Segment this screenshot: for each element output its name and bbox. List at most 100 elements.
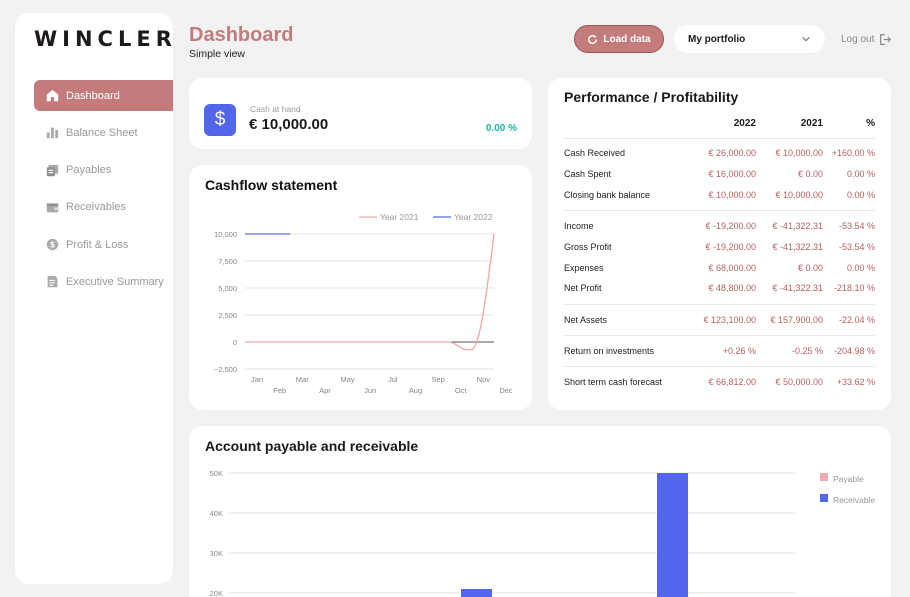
performance-card: Performance / Profitability 2022 2021 % …: [548, 78, 891, 410]
perf-value-pct: -204.98 %: [833, 346, 875, 356]
sidebar-item-balance-sheet[interactable]: Balance Sheet: [34, 117, 173, 148]
y-tick-label: 30K: [210, 549, 223, 558]
perf-row-label: Expenses: [564, 263, 604, 273]
legend-swatch-payable: [820, 473, 828, 481]
perf-value-pct: 0.00 %: [846, 190, 875, 200]
receivable-bar: [461, 589, 492, 597]
dollar-icon: $: [204, 104, 236, 136]
page-title: Dashboard: [189, 24, 294, 46]
perf-row-label: Net Profit: [564, 283, 602, 293]
cashflow-chart: Year 2021 Year 2022 10,000 7,500 5,000 2,50…: [214, 212, 513, 395]
perf-divider: [564, 304, 875, 305]
legend-label-receivable: Receivable: [833, 495, 875, 505]
perf-value-pct: 0.00 %: [846, 169, 875, 179]
perf-row-label: Short term cash forecast: [564, 377, 663, 387]
chevron-down-icon: [802, 36, 810, 42]
sidebar-item-dashboard[interactable]: Dashboard: [34, 80, 173, 111]
y-tick-label: 10,000: [214, 230, 237, 239]
perf-row-label: Gross Profit: [564, 242, 612, 252]
perf-row-label: Cash Spent: [564, 169, 612, 179]
perf-column-pct: %: [866, 118, 875, 129]
refresh-icon: [588, 34, 598, 44]
x-tick-label: Mar: [296, 375, 309, 384]
cashflow-card: Cashflow statement Year 2021 Year 2022 1…: [189, 165, 532, 410]
perf-value-2021: € -41,322.31: [772, 283, 823, 293]
x-tick-label: Jun: [364, 386, 376, 395]
y-tick-label: 40K: [210, 509, 223, 518]
cash-at-hand-label: Cash at hand: [250, 104, 301, 114]
y-tick-label: 50K: [210, 469, 223, 478]
series-line-2021: [245, 233, 495, 351]
perf-value-2022: € 66,812.00: [708, 377, 756, 387]
perf-row-label: Income: [564, 221, 594, 231]
page-subtitle: Simple view: [189, 48, 246, 60]
x-tick-label: Jan: [251, 375, 263, 384]
document-icon: [46, 275, 59, 288]
y-tick-label: 7,500: [218, 257, 237, 266]
x-tick-label: Apr: [319, 386, 331, 395]
y-tick-label: 2,500: [218, 311, 237, 320]
sidebar: WINCLER Dashboard Balance Sheet Payables…: [15, 13, 173, 584]
x-tick-label: Oct: [455, 386, 468, 395]
payable-receivable-card: Account payable and receivable 50K 40K 30K…: [189, 426, 891, 597]
app-logo[interactable]: WINCLER: [34, 27, 177, 51]
receivable-bar: [657, 473, 688, 597]
y-tick-label: 20K: [210, 589, 223, 597]
perf-value-pct: -218.10 %: [833, 283, 875, 293]
sidebar-item-label: Profit & Loss: [66, 238, 129, 251]
wallet-icon: [46, 201, 59, 214]
portfolio-select-value: My portfolio: [688, 33, 746, 45]
perf-value-2022: € 16,000.00: [708, 169, 756, 179]
perf-value-pct: 0.00 %: [846, 263, 875, 273]
sidebar-item-label: Receivables: [66, 201, 126, 214]
legend-swatch-receivable: [820, 494, 828, 502]
logout-icon: [880, 34, 892, 45]
legend-label-2021: Year 2021: [380, 212, 419, 222]
payable-receivable-chart: 50K 40K 30K 20K Payable Receivable: [210, 469, 875, 597]
x-tick-label: Dec: [499, 386, 513, 395]
legend-label-payable: Payable: [833, 474, 864, 484]
perf-value-2022: € 123,100.00: [703, 315, 756, 325]
perf-value-pct: -53.54 %: [838, 221, 875, 231]
perf-column-2022: 2022: [733, 118, 756, 129]
cash-at-hand-value: € 10,000.00: [249, 116, 329, 133]
perf-row-label: Cash Received: [564, 148, 626, 158]
perf-divider: [564, 210, 875, 211]
y-tick-label: 0: [233, 338, 237, 347]
perf-value-2022: +0.26 %: [722, 346, 756, 356]
perf-value-pct: -53.54 %: [838, 242, 875, 252]
perf-value-2021: € 10,000.00: [775, 148, 823, 158]
dollar-coin-icon: $: [46, 238, 59, 251]
perf-value-2022: € 10,000.00: [708, 190, 756, 200]
perf-value-pct: +33.62 %: [836, 377, 875, 387]
sidebar-item-profit-loss[interactable]: $ Profit & Loss: [34, 229, 173, 260]
y-tick-label: 5,000: [218, 284, 237, 293]
perf-value-2021: € -41,322.31: [772, 242, 823, 252]
portfolio-select[interactable]: My portfolio: [674, 25, 825, 53]
y-tick-label: −2,500: [214, 365, 237, 374]
cash-at-hand-card: $ Cash at hand € 10,000.00 0.00 %: [189, 78, 532, 149]
sidebar-item-label: Dashboard: [66, 89, 120, 102]
cash-at-hand-change: 0.00 %: [485, 123, 517, 134]
perf-value-2022: € 26,000.00: [708, 148, 756, 158]
perf-row-label: Net Assets: [564, 315, 608, 325]
sidebar-item-payables[interactable]: Payables: [34, 155, 173, 186]
perf-row-label: Closing bank balance: [564, 190, 651, 200]
sidebar-item-executive-summary[interactable]: Executive Summary: [34, 266, 173, 297]
sidebar-item-receivables[interactable]: Receivables: [34, 192, 173, 223]
perf-value-2021: € 10,000.00: [775, 190, 823, 200]
payables-icon: [46, 164, 59, 177]
x-tick-label: May: [340, 375, 354, 384]
sidebar-item-label: Executive Summary: [66, 275, 164, 288]
perf-value-2021: € 50,000.00: [775, 377, 823, 387]
home-icon: [46, 89, 59, 102]
svg-text:$: $: [50, 241, 55, 250]
logout-button[interactable]: Log out: [841, 33, 892, 46]
perf-divider: [564, 366, 875, 367]
perf-value-2021: € 0.00: [797, 169, 823, 179]
x-tick-label: Sep: [431, 375, 444, 384]
perf-value-2022: € -19,200.00: [705, 221, 756, 231]
sidebar-item-label: Balance Sheet: [66, 126, 138, 139]
perf-divider: [564, 138, 875, 139]
load-data-button[interactable]: Load data: [574, 25, 664, 53]
